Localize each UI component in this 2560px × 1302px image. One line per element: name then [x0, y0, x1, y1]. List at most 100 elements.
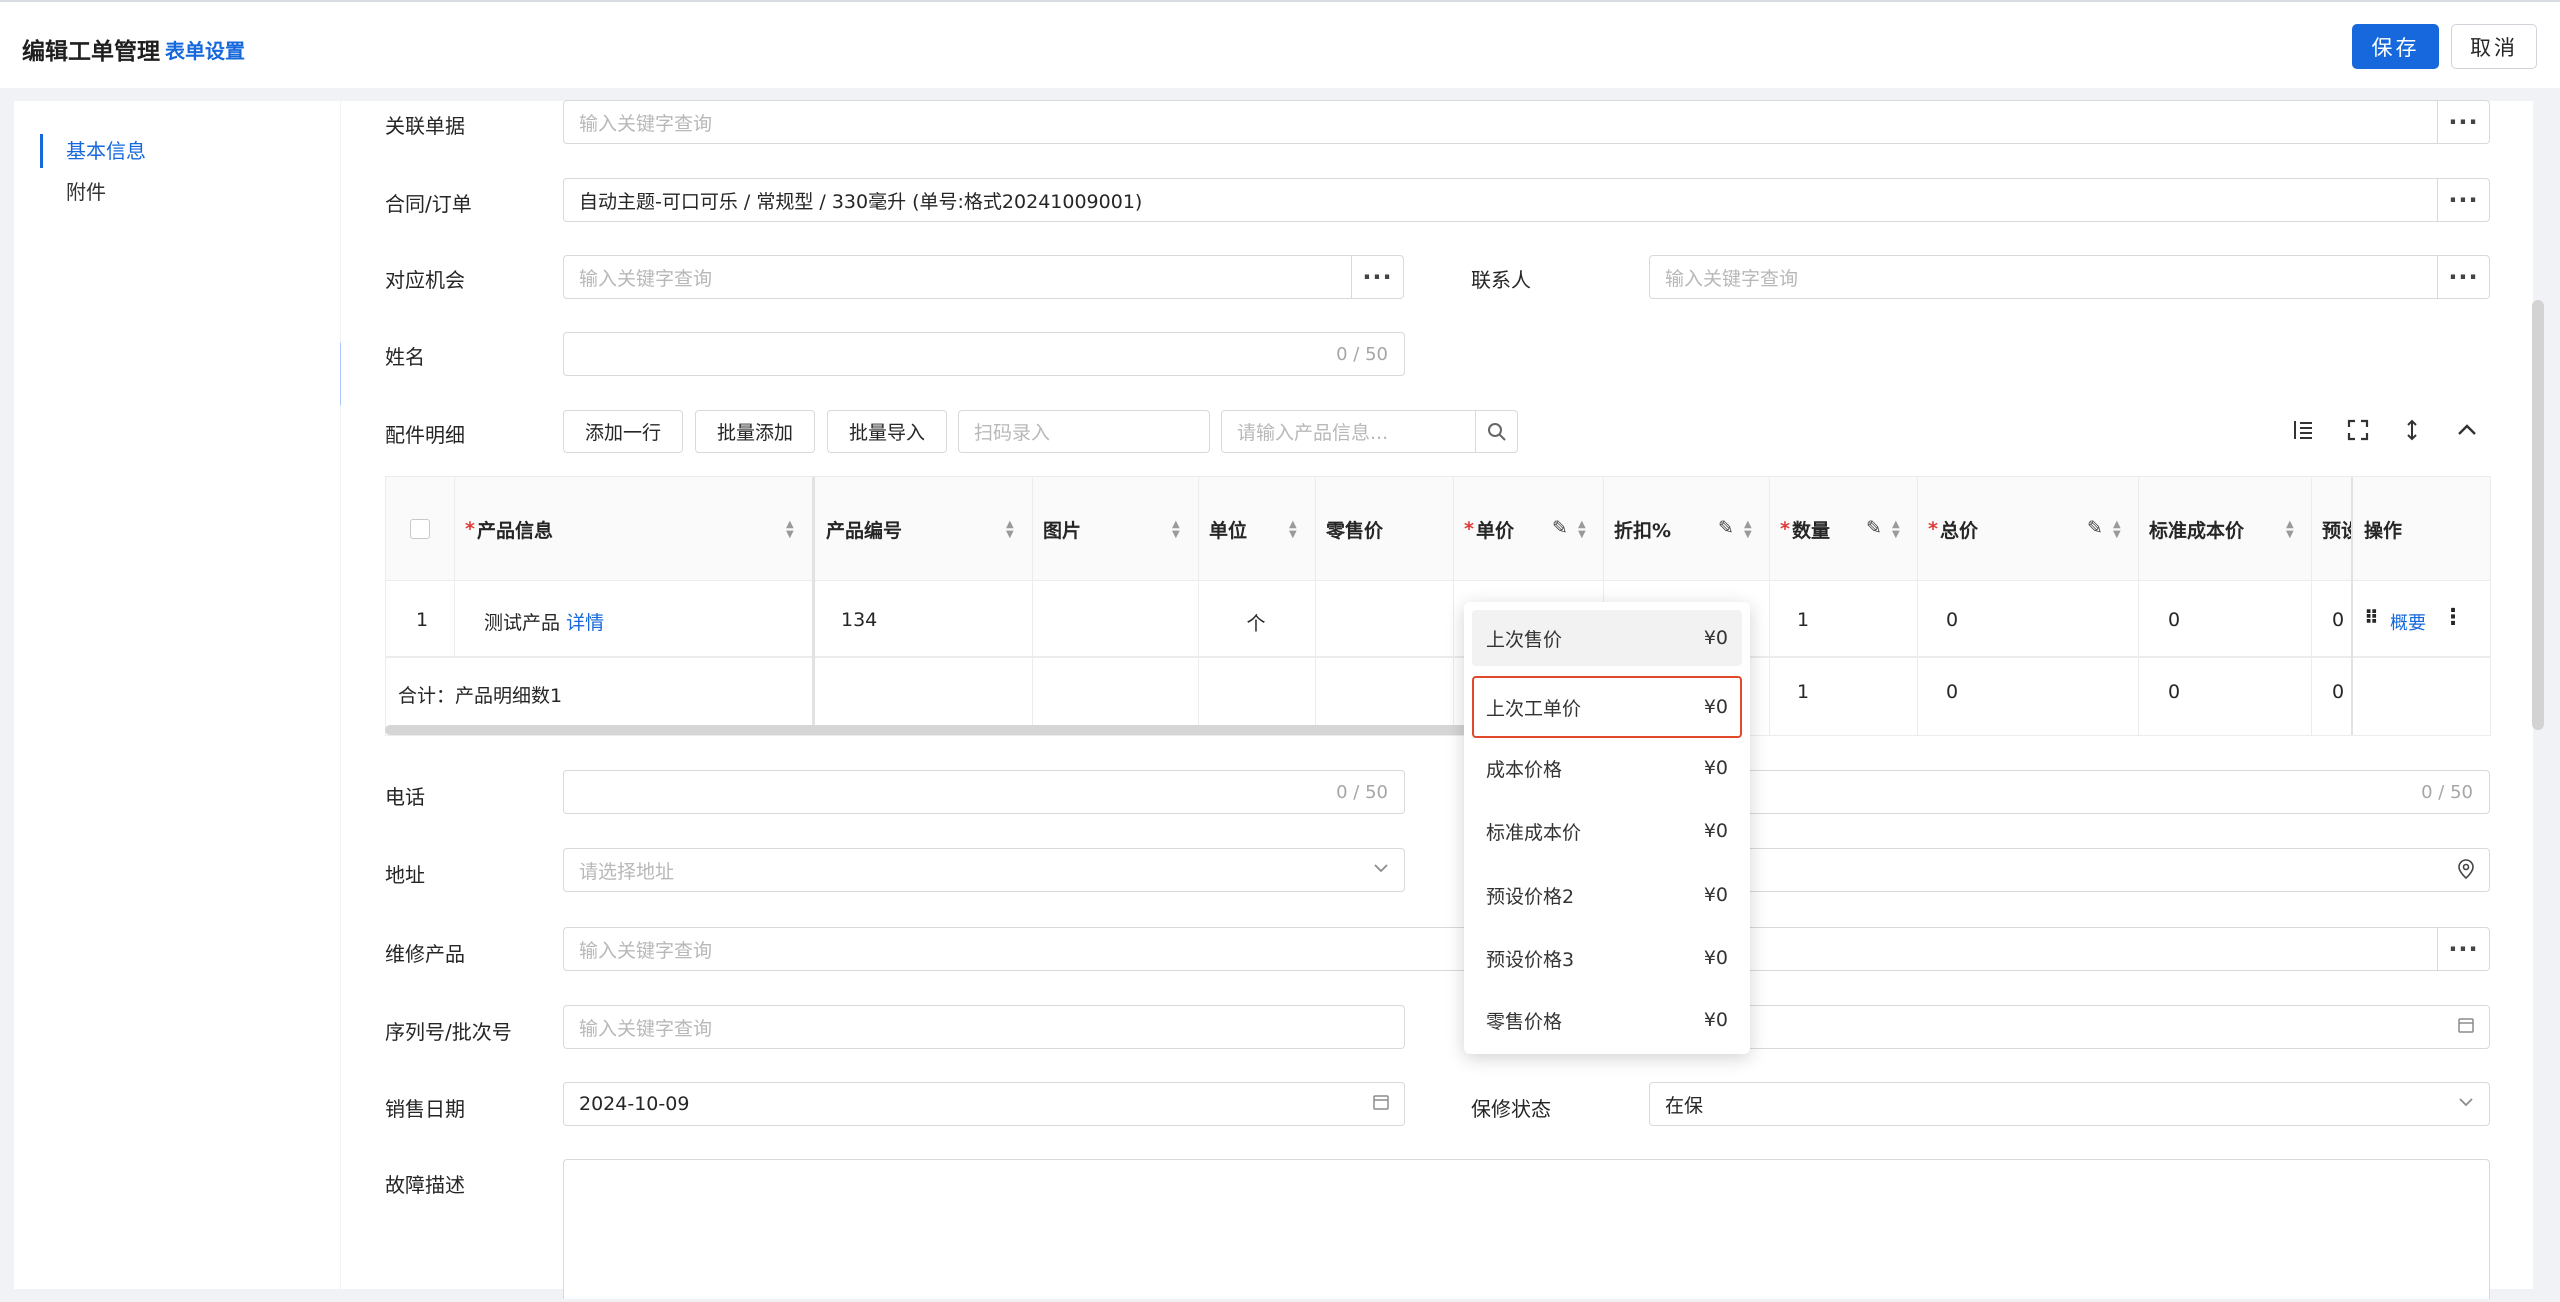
location-pin-icon[interactable]	[2457, 859, 2475, 884]
edit-icon[interactable]: ✎	[1866, 517, 1882, 539]
col-unit[interactable]: 单位	[1198, 477, 1315, 581]
quantity-cell[interactable]: 1	[1797, 609, 1809, 631]
batch-add-button[interactable]: 批量添加	[695, 410, 815, 453]
sale-date-value: 2024-10-09	[579, 1093, 690, 1115]
sort-icon[interactable]: ▲ ▼	[1892, 520, 1900, 540]
sort-icon[interactable]: ▲ ▼	[2113, 520, 2121, 540]
col-action: 操作	[2364, 519, 2403, 542]
nav-item-basic-info[interactable]: 基本信息	[40, 134, 146, 168]
chevron-down-icon	[1372, 859, 1390, 882]
opportunity-label: 对应机会	[385, 268, 465, 292]
name-input[interactable]: 0 / 50	[563, 332, 1405, 376]
contract-value: 自动主题-可口可乐 / 常规型 / 330毫升 (单号:格式2024100900…	[579, 190, 1143, 213]
phone-counter: 0 / 50	[1336, 782, 1388, 803]
sale-date-label: 销售日期	[385, 1097, 465, 1121]
address-select[interactable]: 请选择地址	[563, 848, 1405, 892]
edit-icon[interactable]: ✎	[1552, 517, 1568, 539]
name-label: 姓名	[385, 345, 425, 369]
footer-preset: 0	[2332, 681, 2345, 703]
price-option-std-cost[interactable]: 标准成本价 ¥0	[1472, 803, 1742, 859]
add-row-button[interactable]: 添加一行	[563, 410, 683, 453]
price-option-preset-3[interactable]: 预设价格3 ¥0	[1472, 930, 1742, 986]
scan-input[interactable]: 扫码录入	[958, 410, 1210, 453]
calendar-icon[interactable]	[1372, 1093, 1390, 1116]
save-button[interactable]: 保存	[2352, 24, 2439, 69]
name-counter: 0 / 50	[1336, 344, 1388, 365]
sort-icon[interactable]: ▲ ▼	[2286, 520, 2294, 540]
select-all-checkbox[interactable]	[410, 519, 430, 539]
warranty-label: 保修状态	[1471, 1097, 1551, 1121]
more-icon[interactable]: ···	[2437, 179, 2489, 221]
col-preset[interactable]: 预设	[2311, 477, 2351, 581]
product-search-input[interactable]: 请输入产品信息...	[1221, 410, 1518, 453]
right-date-input[interactable]: 09	[1649, 1005, 2490, 1049]
phone-input[interactable]: 0 / 50	[563, 770, 1405, 814]
warranty-value: 在保	[1665, 1094, 1704, 1117]
page-title: 编辑工单管理	[22, 39, 160, 65]
edit-icon[interactable]: ✎	[1718, 517, 1734, 539]
row-height-icon[interactable]	[2291, 418, 2315, 448]
expand-vertical-icon[interactable]	[2400, 418, 2424, 448]
sort-icon[interactable]: ▲ ▼	[1006, 520, 1014, 540]
drag-handle-icon[interactable]: ⠿	[2364, 607, 2379, 629]
table-footer-label: 合计：产品明细数1	[398, 685, 563, 707]
parts-table: * 产品信息 ▲ ▼ 产品编号 ▲ ▼ 图片 ▲ ▼ 单位 ▲ ▼ 零售价 * 单价 ✎ ▲…	[385, 476, 2491, 736]
summary-link[interactable]: 概要	[2390, 609, 2426, 635]
price-option-preset-2[interactable]: 预设价格2 ¥0	[1472, 867, 1742, 923]
more-vertical-icon[interactable]: ⋮	[2442, 605, 2464, 630]
row-index: 1	[416, 609, 429, 631]
col-product-code[interactable]: 产品编号	[815, 477, 1032, 581]
table-horizontal-scrollbar[interactable]	[385, 725, 1540, 735]
opportunity-input[interactable]: 输入关键字查询 ···	[563, 255, 1404, 299]
price-option-last-sale[interactable]: 上次售价 ¥0	[1472, 610, 1742, 666]
fault-textarea[interactable]	[563, 1159, 2490, 1299]
contract-input[interactable]: 自动主题-可口可乐 / 常规型 / 330毫升 (单号:格式2024100900…	[563, 178, 2490, 222]
page-vertical-scrollbar[interactable]	[2532, 300, 2544, 730]
search-icon[interactable]	[1475, 411, 1517, 452]
footer-quantity: 1	[1797, 681, 1810, 703]
sort-icon[interactable]: ▲ ▼	[1578, 520, 1586, 540]
more-icon[interactable]: ···	[2437, 928, 2489, 970]
calendar-icon[interactable]	[2457, 1016, 2475, 1039]
form-settings-link[interactable]: 表单设置	[165, 35, 245, 64]
price-option-cost[interactable]: 成本价格 ¥0	[1472, 740, 1742, 796]
sort-icon[interactable]: ▲ ▼	[786, 520, 794, 540]
detail-link[interactable]: 详情	[566, 612, 604, 634]
fullscreen-icon[interactable]	[2346, 418, 2370, 448]
col-total[interactable]: * 总价	[1917, 477, 2138, 581]
contact-placeholder: 输入关键字查询	[1665, 267, 1799, 290]
more-icon[interactable]: ···	[2437, 101, 2489, 143]
section-nav: 基本信息 附件 〈	[14, 101, 356, 1289]
price-option-last-workorder[interactable]: 上次工单价 ¥0	[1472, 676, 1742, 738]
product-code-cell: 134	[841, 609, 878, 631]
sort-icon[interactable]: ▲ ▼	[1172, 520, 1180, 540]
contract-label: 合同/订单	[385, 192, 472, 216]
col-retail-price[interactable]: 零售价	[1315, 477, 1453, 581]
right-text-counter: 0 / 50	[2421, 782, 2473, 803]
related-doc-input[interactable]: 输入关键字查询 ···	[563, 100, 2490, 144]
chevron-up-icon[interactable]	[2455, 418, 2479, 448]
edit-icon[interactable]: ✎	[2087, 517, 2103, 539]
preset-cell: 0	[2332, 609, 2345, 631]
cancel-button[interactable]: 取消	[2451, 24, 2537, 69]
contact-input[interactable]: 输入关键字查询 ···	[1649, 255, 2490, 299]
col-product-info[interactable]: * 产品信息	[454, 477, 812, 581]
nav-item-attachments[interactable]: 附件	[40, 175, 106, 209]
more-icon[interactable]: ···	[1351, 256, 1403, 298]
top-bar: 编辑工单管理 表单设置 保存 取消	[0, 0, 2560, 88]
more-icon[interactable]: ···	[2437, 256, 2489, 298]
detail-address-input[interactable]: 地址	[1649, 848, 2490, 892]
parts-label: 配件明细	[385, 423, 465, 447]
serial-input[interactable]: 输入关键字查询	[563, 1005, 1405, 1049]
price-option-retail[interactable]: 零售价格 ¥0	[1472, 992, 1742, 1048]
sort-icon[interactable]: ▲ ▼	[1289, 520, 1297, 540]
sort-icon[interactable]: ▲ ▼	[1744, 520, 1752, 540]
sale-date-input[interactable]: 2024-10-09	[563, 1082, 1405, 1126]
total-cell[interactable]: 0	[1946, 609, 1958, 631]
scan-placeholder: 扫码录入	[974, 422, 1051, 444]
right-text-input[interactable]: 0 / 50	[1649, 770, 2490, 814]
batch-import-button[interactable]: 批量导入	[827, 410, 947, 453]
warranty-select[interactable]: 在保	[1649, 1082, 2490, 1126]
contact-label: 联系人	[1471, 268, 1531, 292]
phone-label: 电话	[385, 785, 425, 809]
